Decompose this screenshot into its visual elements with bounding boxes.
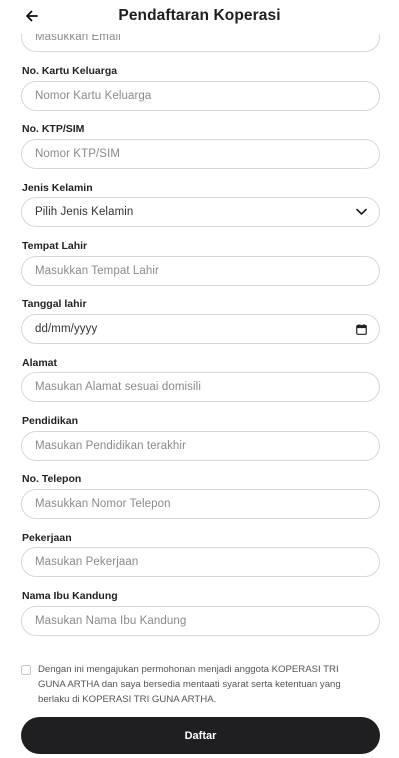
ktp-placeholder: Nomor KTP/SIM [35, 148, 121, 160]
birthplace-input[interactable]: Masukkan Tempat Lahir [21, 256, 380, 286]
gender-select-value: Pilih Jenis Kelamin [35, 206, 134, 218]
gender-select[interactable]: Pilih Jenis Kelamin [21, 197, 380, 227]
job-placeholder: Masukan Pekerjaan [35, 556, 139, 568]
ktp-label: No. KTP/SIM [22, 123, 85, 135]
submit-button-label: Daftar [184, 729, 217, 742]
address-input[interactable]: Masukan Alamat sesuai domisili [21, 372, 380, 402]
terms-text: Dengan ini mengajukan permohonan menjadi… [38, 664, 341, 705]
gender-label: Jenis Kelamin [22, 182, 93, 194]
chevron-down-icon [356, 208, 367, 215]
birthplace-placeholder: Masukkan Tempat Lahir [35, 265, 159, 277]
job-input[interactable]: Masukan Pekerjaan [21, 547, 380, 577]
job-label: Pekerjaan [22, 532, 72, 544]
birthplace-label: Tempat Lahir [22, 240, 88, 252]
birthdate-value: dd/mm/yyyy [35, 323, 98, 335]
ktp-input[interactable]: Nomor KTP/SIM [21, 139, 380, 169]
registration-form: Masukkan Email No. Kartu Keluarga Nomor … [0, 0, 399, 758]
app-header: Pendaftaran Koperasi [0, 0, 399, 34]
terms-checkbox[interactable] [21, 665, 31, 675]
address-placeholder: Masukan Alamat sesuai domisili [35, 381, 201, 393]
address-label: Alamat [22, 357, 58, 369]
birthdate-input[interactable]: dd/mm/yyyy [21, 314, 380, 344]
phone-input[interactable]: Masukkan Nomor Telepon [21, 489, 380, 519]
phone-placeholder: Masukkan Nomor Telepon [35, 498, 171, 510]
kk-input[interactable]: Nomor Kartu Keluarga [21, 81, 380, 111]
education-input[interactable]: Masukan Pendidikan terakhir [21, 431, 380, 461]
kk-placeholder: Nomor Kartu Keluarga [35, 90, 152, 102]
page-title: Pendaftaran Koperasi [118, 7, 281, 24]
calendar-icon[interactable] [356, 324, 367, 335]
mother-name-label: Nama Ibu Kandung [22, 590, 118, 602]
phone-label: No. Telepon [22, 473, 82, 485]
kk-label: No. Kartu Keluarga [22, 65, 118, 77]
submit-button[interactable]: Daftar [21, 717, 380, 754]
education-placeholder: Masukan Pendidikan terakhir [35, 440, 187, 452]
birthdate-label: Tanggal lahir [22, 298, 87, 310]
education-label: Pendidikan [22, 415, 79, 427]
mother-name-placeholder: Masukan Nama Ibu Kandung [35, 615, 187, 627]
mother-name-input[interactable]: Masukan Nama Ibu Kandung [21, 606, 380, 636]
